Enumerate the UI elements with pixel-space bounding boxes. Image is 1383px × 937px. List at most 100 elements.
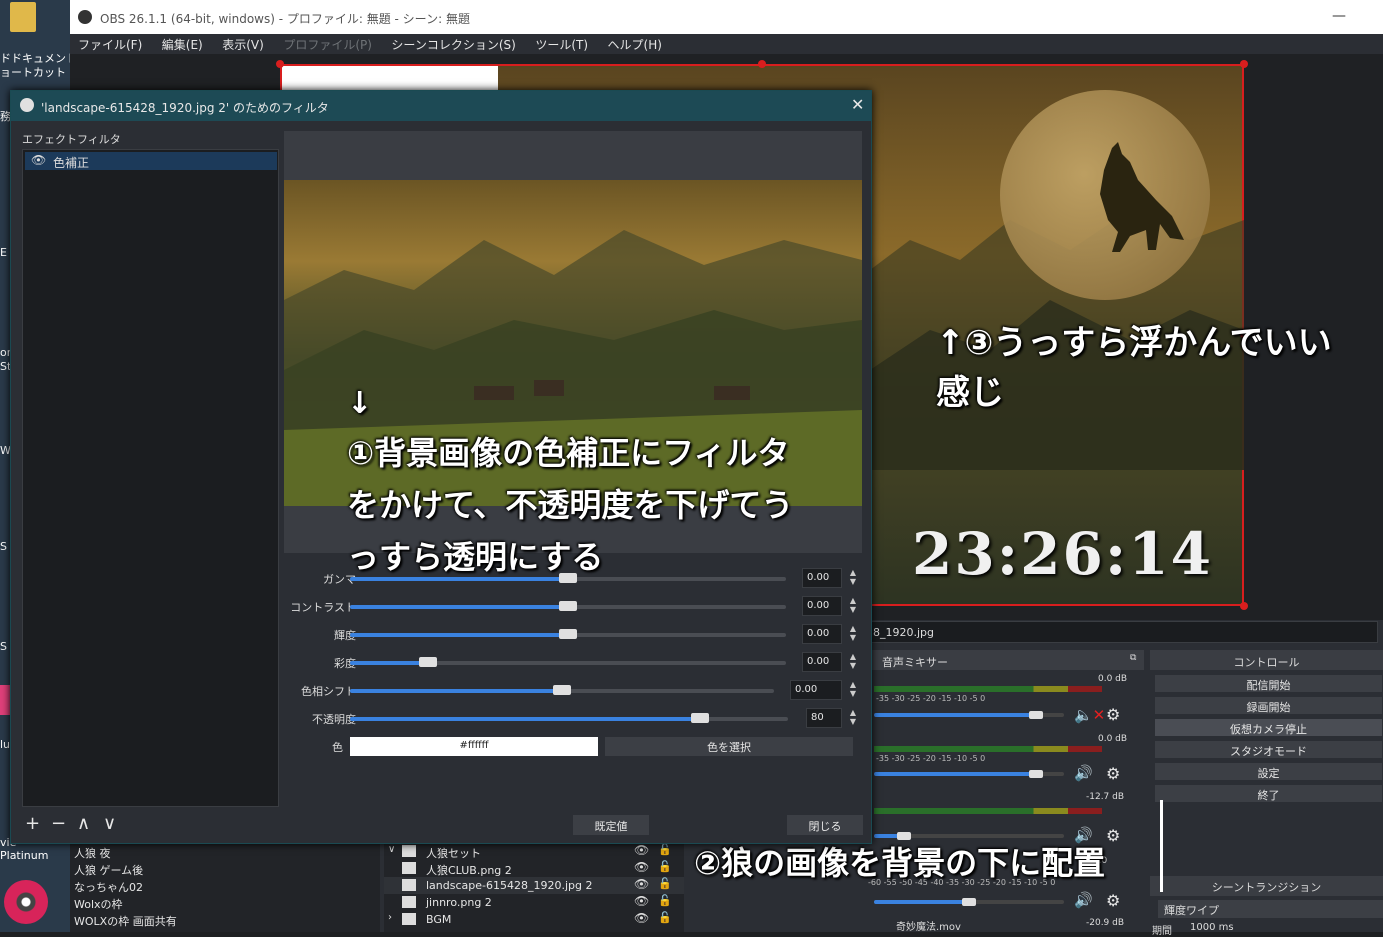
scene-item[interactable]: 人狼 夜 bbox=[74, 845, 111, 861]
speaker-icon[interactable]: 🔊 bbox=[1074, 764, 1093, 782]
minimize-button[interactable]: — bbox=[1332, 8, 1346, 24]
volume-slider-knob[interactable] bbox=[1028, 711, 1043, 719]
scene-item[interactable]: Wolxの枠 bbox=[74, 896, 123, 912]
close-icon[interactable]: ✕ bbox=[851, 95, 864, 114]
volume-slider-knob[interactable] bbox=[962, 898, 976, 906]
remove-filter-button[interactable]: − bbox=[51, 813, 66, 834]
speaker-icon[interactable]: 🔊 bbox=[1074, 891, 1093, 909]
scene-item[interactable]: 人狼 ゲーム後 bbox=[74, 862, 143, 878]
move-down-button[interactable]: ∨ bbox=[103, 813, 116, 834]
lock-icon[interactable]: 🔓 bbox=[658, 860, 672, 873]
scene-item[interactable]: WOLXの枠 画面共有 bbox=[74, 913, 177, 929]
move-up-button[interactable]: ∧ bbox=[77, 813, 90, 834]
visibility-eye-icon[interactable]: 👁 bbox=[634, 877, 649, 891]
menu-help[interactable]: ヘルプ(H) bbox=[600, 34, 670, 55]
spinner-icon[interactable]: ▲ ▼ bbox=[847, 624, 859, 644]
resize-handle[interactable] bbox=[276, 60, 284, 68]
color-swatch[interactable]: #ffffff bbox=[350, 737, 598, 756]
visibility-eye-icon[interactable]: 👁 bbox=[634, 843, 649, 857]
expand-icon[interactable]: ∨ bbox=[388, 844, 395, 855]
property-value[interactable]: 80 bbox=[806, 708, 842, 728]
wolf-icon bbox=[1100, 142, 1184, 252]
slider-knob[interactable] bbox=[691, 713, 710, 723]
mixer-title: 音声ミキサー ⧉ bbox=[872, 650, 1144, 670]
gear-icon[interactable]: ⚙ bbox=[1106, 826, 1120, 845]
property-value[interactable]: 0.00 bbox=[790, 680, 842, 700]
stop-virtual-camera-button[interactable]: 仮想カメラ停止 bbox=[1154, 718, 1383, 737]
select-color-button[interactable]: 色を選択 bbox=[605, 737, 853, 756]
filter-item-color-correction[interactable]: 👁 色補正 bbox=[25, 152, 277, 170]
menu-tools[interactable]: ツール(T) bbox=[527, 34, 596, 55]
lock-icon[interactable]: 🔓 bbox=[658, 911, 672, 924]
property-slider[interactable] bbox=[350, 629, 786, 639]
visibility-eye-icon[interactable]: 👁 bbox=[634, 860, 649, 874]
volume-slider-knob[interactable] bbox=[1028, 770, 1043, 778]
visibility-eye-icon[interactable]: 👁 bbox=[634, 894, 649, 908]
muted-speaker-icon[interactable]: 🔈✕ bbox=[1074, 706, 1105, 724]
lock-icon[interactable]: 🔓 bbox=[658, 894, 672, 907]
menu-scene-collection[interactable]: シーンコレクション(S) bbox=[383, 34, 523, 55]
resize-handle[interactable] bbox=[1240, 602, 1248, 610]
color-label: 色 bbox=[332, 741, 343, 754]
slider-fill bbox=[350, 717, 701, 721]
add-filter-button[interactable]: + bbox=[25, 813, 40, 834]
property-slider[interactable] bbox=[350, 713, 788, 723]
resize-handle[interactable] bbox=[758, 60, 766, 68]
property-value[interactable]: 0.00 bbox=[802, 624, 842, 644]
disc-icon[interactable] bbox=[4, 880, 48, 924]
folder-icon[interactable] bbox=[10, 2, 36, 32]
spinner-icon[interactable]: ▲ ▼ bbox=[847, 596, 859, 616]
visibility-eye-icon[interactable]: 👁 bbox=[31, 153, 46, 167]
property-value[interactable]: 0.00 bbox=[802, 652, 842, 672]
source-row[interactable]: ∨ 人狼セット 👁 🔓 bbox=[384, 843, 684, 860]
lock-icon[interactable]: 🔓 bbox=[658, 877, 672, 890]
expand-icon[interactable]: › bbox=[388, 912, 392, 923]
app-icon[interactable] bbox=[0, 685, 10, 715]
studio-mode-button[interactable]: スタジオモード bbox=[1154, 740, 1383, 759]
property-saturation: 彩度 0.00 ▲ ▼ bbox=[294, 652, 864, 672]
dock-undock-icon[interactable]: ⧉ bbox=[1130, 653, 1136, 663]
property-value[interactable]: 0.00 bbox=[802, 568, 842, 588]
desktop-label: Platinum bbox=[0, 849, 49, 862]
spinner-icon[interactable]: ▲ ▼ bbox=[847, 708, 859, 728]
slider-knob[interactable] bbox=[559, 573, 577, 583]
duration-value[interactable]: 1000 ms bbox=[1190, 922, 1234, 933]
property-slider[interactable] bbox=[350, 573, 786, 583]
start-recording-button[interactable]: 録画開始 bbox=[1154, 696, 1383, 715]
property-slider[interactable] bbox=[350, 657, 786, 667]
property-value[interactable]: 0.00 bbox=[802, 596, 842, 616]
slider-knob[interactable] bbox=[559, 601, 577, 611]
close-button[interactable]: 閉じる bbox=[787, 815, 863, 835]
property-slider[interactable] bbox=[350, 601, 786, 611]
spinner-icon[interactable]: ▲ ▼ bbox=[847, 568, 859, 588]
spinner-icon[interactable]: ▲ ▼ bbox=[847, 680, 859, 700]
source-name: landscape-615428_1920.jpg 2 bbox=[426, 879, 593, 892]
gear-icon[interactable]: ⚙ bbox=[1106, 891, 1120, 910]
transition-select[interactable]: 輝度ワイプ bbox=[1158, 900, 1383, 918]
exit-button[interactable]: 終了 bbox=[1154, 784, 1383, 803]
settings-button[interactable]: 設定 bbox=[1154, 762, 1383, 781]
gear-icon[interactable]: ⚙ bbox=[1106, 705, 1120, 724]
slider-knob[interactable] bbox=[553, 685, 571, 695]
slider-knob[interactable] bbox=[559, 629, 577, 639]
menu-profile[interactable]: プロファイル(P) bbox=[275, 34, 380, 55]
visibility-eye-icon[interactable]: 👁 bbox=[634, 911, 649, 925]
menu-file[interactable]: ファイル(F) bbox=[70, 34, 150, 55]
source-row-selected[interactable]: landscape-615428_1920.jpg 2 👁 🔓 bbox=[384, 877, 684, 894]
channel-db: -20.9 dB bbox=[1086, 918, 1125, 928]
spinner-icon[interactable]: ▲ ▼ bbox=[847, 652, 859, 672]
menu-edit[interactable]: 編集(E) bbox=[154, 34, 211, 55]
gear-icon[interactable]: ⚙ bbox=[1106, 764, 1120, 783]
slider-knob[interactable] bbox=[419, 657, 438, 667]
resize-handle[interactable] bbox=[1240, 60, 1248, 68]
lock-icon[interactable]: 🔓 bbox=[658, 843, 672, 856]
source-row[interactable]: jinnro.png 2 👁 🔓 bbox=[384, 894, 684, 911]
start-streaming-button[interactable]: 配信開始 bbox=[1154, 674, 1383, 693]
source-row[interactable]: › BGM 👁 🔓 bbox=[384, 911, 684, 928]
menu-view[interactable]: 表示(V) bbox=[214, 34, 272, 55]
scene-item[interactable]: なっちゃん02 bbox=[74, 879, 143, 895]
defaults-button[interactable]: 既定値 bbox=[573, 815, 649, 835]
source-row[interactable]: 人狼CLUB.png 2 👁 🔓 bbox=[384, 860, 684, 877]
filters-dialog: 'landscape-615428_1920.jpg 2' のためのフィルタ ✕… bbox=[10, 90, 872, 844]
property-slider[interactable] bbox=[350, 685, 774, 695]
